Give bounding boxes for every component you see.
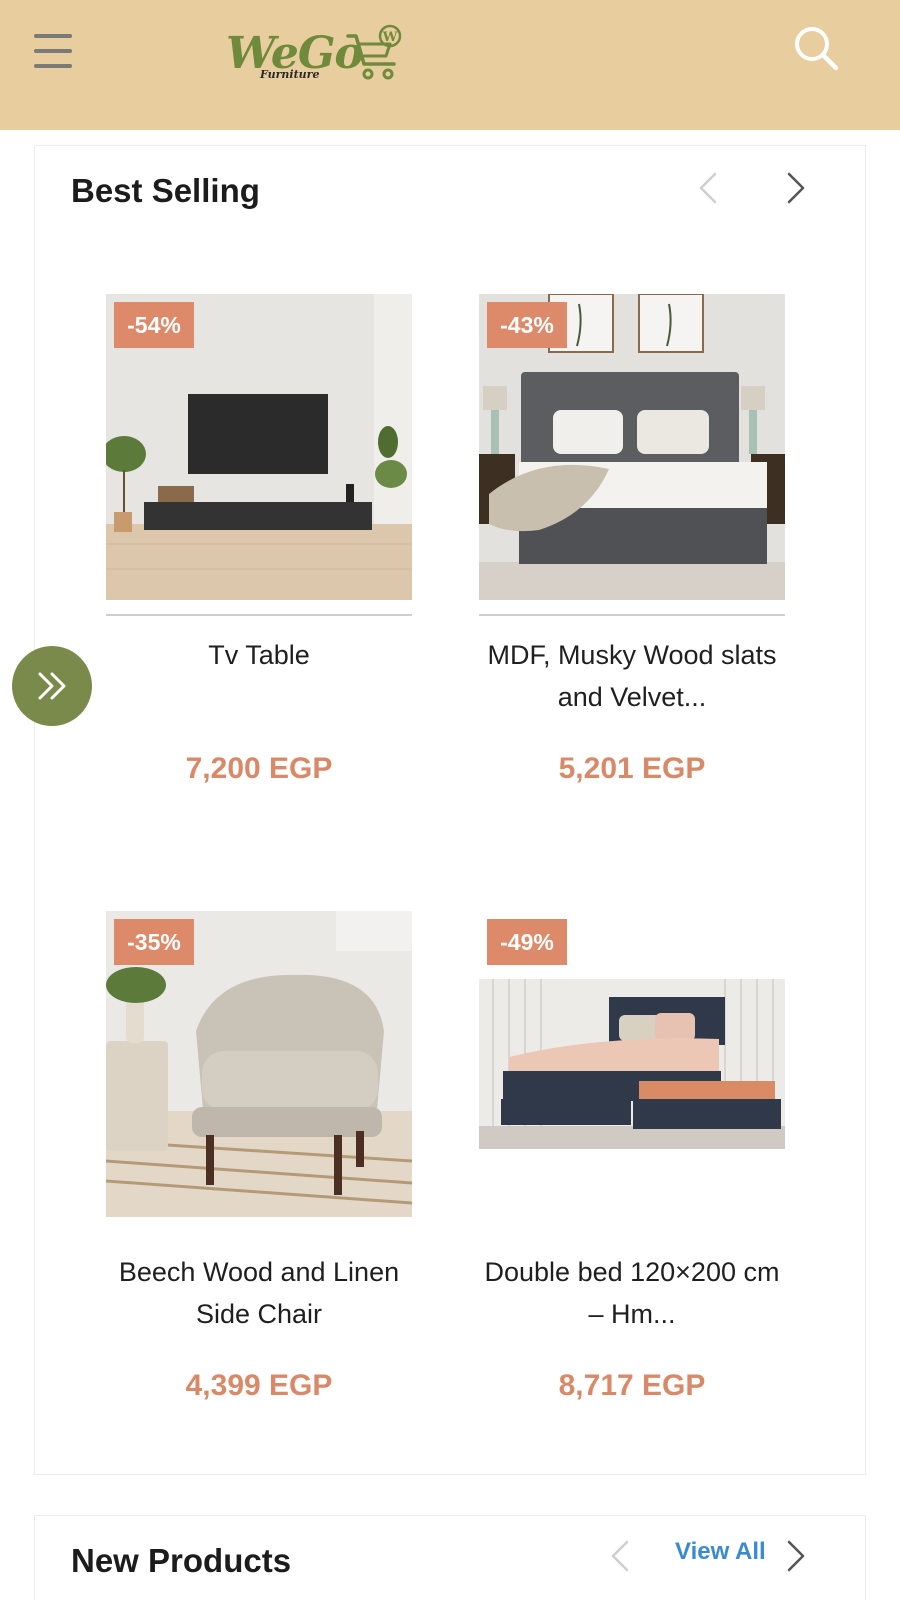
discount-badge: -43%	[487, 302, 567, 348]
app-header: WeGo Furniture W	[0, 0, 900, 130]
svg-text:W: W	[382, 30, 398, 45]
new-products-section: New Products View All	[34, 1515, 866, 1600]
logo-subtext: Furniture	[260, 68, 320, 81]
discount-badge: -35%	[114, 919, 194, 965]
trundle-bed-image[interactable]: -49%	[479, 911, 785, 1217]
product-card[interactable]: -35% Beech Wood and Linen Side Chair 4,3…	[106, 911, 412, 1403]
prev-arrow-icon[interactable]	[601, 1536, 641, 1576]
best-selling-section: Best Selling -54% Tv Table 7,200 EGP -43…	[34, 145, 866, 1475]
divider	[479, 614, 785, 616]
tv-table-image[interactable]: -54%	[106, 294, 412, 600]
product-card[interactable]: -54% Tv Table 7,200 EGP	[106, 294, 412, 786]
wego-logo[interactable]: WeGo Furniture W	[226, 20, 416, 90]
next-arrow-icon[interactable]	[775, 1536, 815, 1576]
product-name[interactable]: Double bed 120×200 cm – Hm...	[479, 1251, 785, 1335]
product-name[interactable]: Beech Wood and Linen Side Chair	[106, 1251, 412, 1335]
hamburger-menu-icon[interactable]	[34, 32, 72, 72]
prev-arrow-icon[interactable]	[689, 168, 729, 208]
product-price: 5,201 EGP	[558, 752, 706, 785]
cart-icon: W	[346, 24, 402, 80]
product-name[interactable]: Tv Table	[106, 634, 412, 718]
section-title: New Products	[71, 1542, 292, 1579]
discount-badge: -49%	[487, 919, 567, 965]
view-all-link[interactable]: View All	[675, 1538, 766, 1566]
product-card[interactable]: -49% Double bed 120×200 cm – Hm... 8,717…	[479, 911, 785, 1403]
product-name[interactable]: MDF, Musky Wood slats and Velvet...	[479, 634, 785, 718]
product-price: 8,717 EGP	[558, 1369, 706, 1402]
discount-badge: -54%	[114, 302, 194, 348]
section-title: Best Selling	[71, 172, 260, 209]
quick-nav-button[interactable]	[12, 646, 92, 726]
upholstered-bed-image[interactable]: -43%	[479, 294, 785, 600]
product-card[interactable]: -43% MDF, Musky Wood slats and Velvet...…	[479, 294, 785, 786]
search-icon[interactable]	[790, 22, 842, 74]
double-chevron-right-icon	[38, 672, 66, 700]
product-price: 7,200 EGP	[185, 752, 333, 785]
next-arrow-icon[interactable]	[775, 168, 815, 208]
divider	[106, 614, 412, 616]
armchair-image[interactable]: -35%	[106, 911, 412, 1217]
product-price: 4,399 EGP	[185, 1369, 333, 1402]
